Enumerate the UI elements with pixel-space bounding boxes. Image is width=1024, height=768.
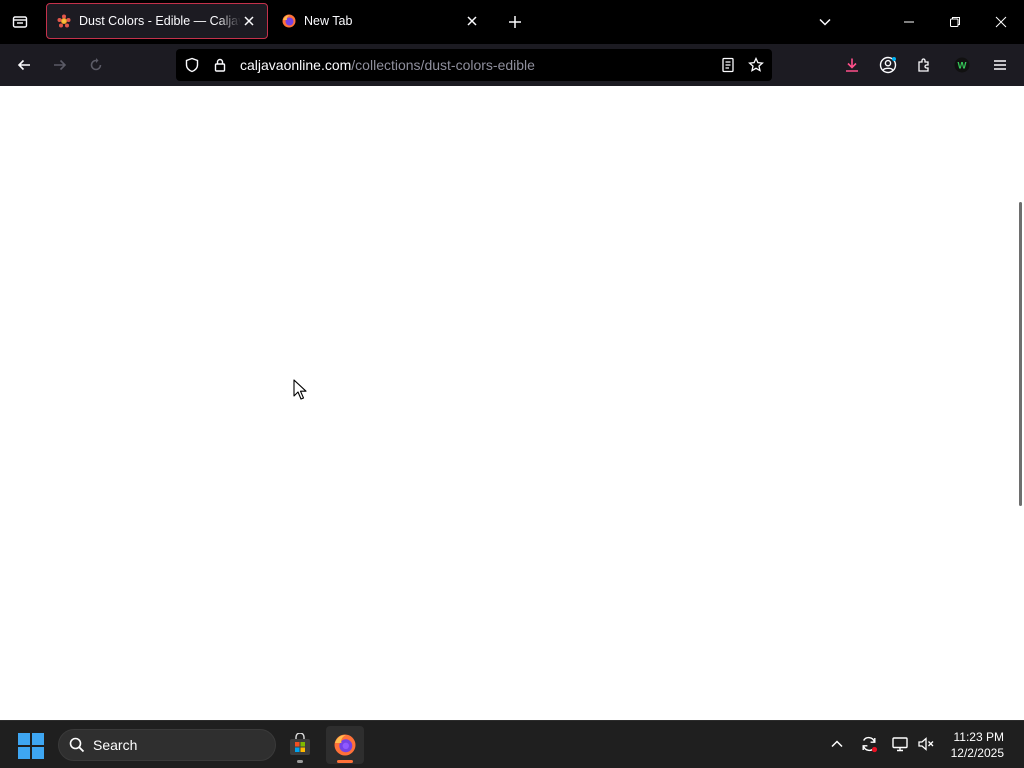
bookmark-button[interactable] [742,51,770,79]
tab-close-button[interactable] [241,13,257,29]
windows-logo-icon [18,733,44,759]
site-info-button[interactable] [206,51,234,79]
start-button[interactable] [18,733,44,759]
scrollbar-thumb[interactable] [1019,202,1022,506]
tab-title: New Tab [304,14,353,28]
speaker-muted-icon [918,737,934,751]
minimize-icon [904,21,914,23]
clock-date: 12/2/2025 [950,746,1004,760]
show-hidden-icons-button[interactable] [826,733,848,755]
address-bar[interactable]: caljavaonline.com/collections/dust-color… [176,49,772,81]
tab-title: Dust Colors - Edible — CaljavaOnline [79,14,241,28]
restore-icon [950,17,960,27]
reader-view-button[interactable] [714,51,742,79]
extension-w-button[interactable]: W [948,51,976,79]
forward-button[interactable] [46,51,74,79]
close-icon [995,16,1007,28]
navigation-toolbar: caljavaonline.com/collections/dust-color… [0,44,1024,86]
app-running-indicator [297,760,303,763]
app-menu-button[interactable] [986,51,1014,79]
account-button[interactable] [874,51,902,79]
microsoft-store-icon [290,733,310,755]
tab-new-tab[interactable]: New Tab [272,3,490,39]
tab-dust-colors[interactable]: Dust Colors - Edible — CaljavaOnline [46,3,268,39]
minimize-button[interactable] [886,0,932,44]
lock-icon [214,58,226,72]
url-text[interactable]: caljavaonline.com/collections/dust-color… [240,57,714,73]
search-label: Search [93,737,138,753]
back-button[interactable] [10,51,38,79]
close-icon [244,16,254,26]
chevron-down-icon [819,18,831,26]
taskbar-firefox[interactable] [326,726,364,764]
sync-status-button[interactable] [858,733,880,755]
url-path: /collections/dust-colors-edible [351,57,535,73]
network-status-button[interactable] [889,733,911,755]
taskbar-microsoft-store[interactable] [281,726,319,764]
chevron-up-icon [831,740,843,748]
arrow-left-icon [17,59,30,71]
firefox-icon [282,14,296,28]
reload-button[interactable] [82,51,110,79]
firefox-icon [334,734,356,756]
download-icon [846,58,858,72]
plus-icon [509,16,521,28]
arrow-right-icon [54,59,67,71]
site-favicon-icon [57,14,71,28]
tab-close-button[interactable] [464,13,480,29]
network-icon [892,737,908,752]
star-icon [748,57,764,72]
account-icon [879,56,897,74]
downloads-button[interactable] [838,51,866,79]
mouse-cursor-icon [293,379,307,400]
taskbar-clock[interactable]: 11:23 PM 12/2/2025 [951,729,1004,761]
windows-taskbar: Search 11:23 PM 12/2/2025 [0,720,1024,768]
volume-button[interactable] [915,733,937,755]
restore-button[interactable] [932,0,978,44]
firefox-view-button[interactable] [6,8,34,36]
reader-view-icon [722,57,734,73]
tracking-protection-button[interactable] [178,51,206,79]
app-active-indicator [337,760,353,763]
extensions-button[interactable] [910,51,938,79]
shield-icon [185,57,199,73]
page-scrollbar[interactable] [1016,86,1024,720]
firefox-view-icon [12,16,28,28]
extension-w-icon: W [954,57,970,73]
search-icon [69,737,85,753]
hamburger-menu-icon [994,60,1006,70]
sync-icon [862,736,878,753]
new-tab-button[interactable] [502,9,528,35]
list-all-tabs-button[interactable] [812,9,838,35]
clock-time: 11:23 PM [953,730,1004,744]
taskbar-search-box[interactable]: Search [58,729,276,761]
close-icon [467,16,477,26]
reload-icon [90,58,102,71]
svg-text:W: W [958,60,967,71]
url-host: caljavaonline.com [240,57,352,73]
page-content[interactable] [0,86,1024,720]
close-window-button[interactable] [978,0,1024,44]
tab-strip: Dust Colors - Edible — CaljavaOnline New… [0,0,1024,44]
puzzle-icon [918,58,929,72]
